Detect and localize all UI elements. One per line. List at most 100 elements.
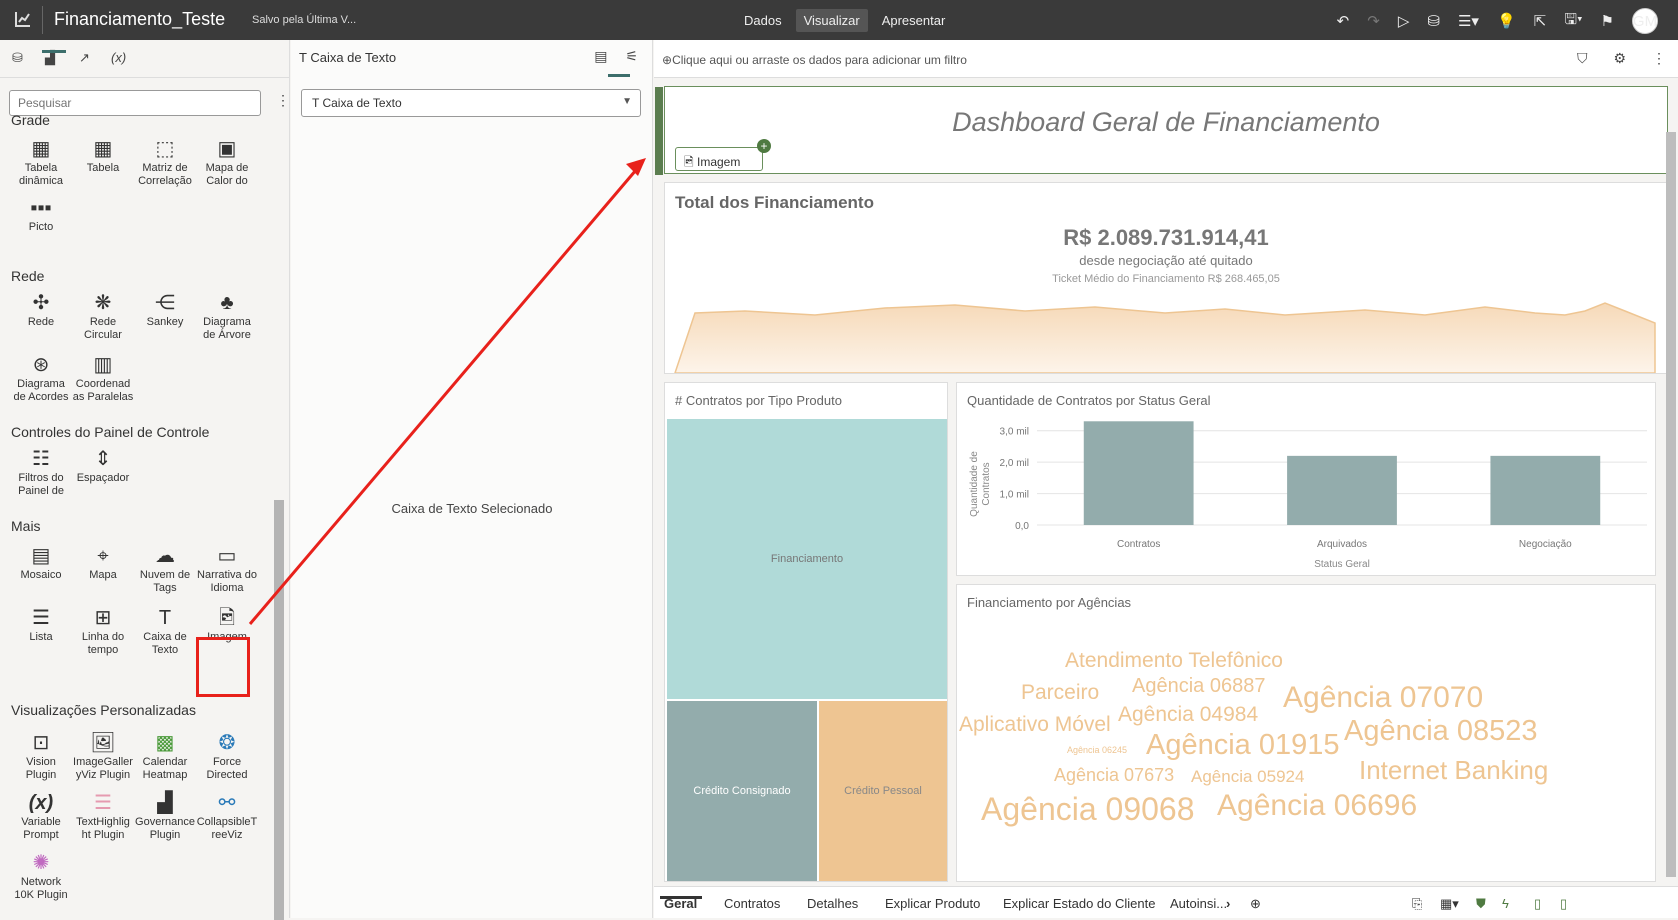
chart-logo-icon[interactable]	[14, 10, 34, 30]
viz-narrativa[interactable]: ▭ Narrativa do Idioma	[196, 543, 258, 595]
tag-word[interactable]: Agência 07673	[1054, 765, 1174, 786]
bookmark-icon[interactable]: ⚑	[1601, 12, 1614, 30]
viz-caixa-texto[interactable]: T Caixa de Texto	[134, 605, 196, 657]
viz-mapa-calor[interactable]: ▣ Mapa de Calor do	[196, 136, 258, 188]
export-icon[interactable]: ⇱	[1534, 12, 1547, 30]
redo-icon[interactable]: ↷	[1367, 12, 1380, 30]
tag-word[interactable]: Agência 07070	[1283, 681, 1483, 715]
tag-word[interactable]: Agência 08523	[1344, 715, 1538, 748]
viz-rede-circular[interactable]: ❋ Rede Circular	[72, 290, 134, 342]
canvas-tab-autoinsights[interactable]: Autoinsi...	[1170, 896, 1227, 911]
canvas-tab-explicar-estado[interactable]: Explicar Estado do Cliente	[1003, 896, 1155, 911]
viz-force-directed[interactable]: ❂ Force Directed	[196, 730, 258, 782]
viz-calendar-heatmap[interactable]: ▩ Calendar Heatmap	[134, 730, 196, 782]
add-canvas-icon[interactable]: ⊕	[1250, 896, 1261, 912]
canvas-tab-explicar-produto[interactable]: Explicar Produto	[885, 896, 980, 911]
bar[interactable]	[1287, 455, 1397, 525]
viz-collapsible-tree[interactable]: ⚯ CollapsibleT reeViz	[196, 790, 258, 842]
layout-icon[interactable]: ▤	[594, 48, 607, 65]
panel-right-icon[interactable]: ▯	[1560, 896, 1567, 912]
bar[interactable]	[1083, 421, 1194, 525]
add-icon[interactable]: +	[757, 139, 771, 153]
watch-list-icon[interactable]: ⛊	[1476, 896, 1486, 912]
tab-apresentar[interactable]: Apresentar	[874, 9, 954, 32]
viz-espacador[interactable]: ⇕ Espaçador	[72, 446, 134, 485]
viz-matriz-correlacao[interactable]: ⬚ Matriz de Correlação	[134, 136, 196, 188]
viz-imagegallery-plugin[interactable]: 🖼 ImageGaller yViz Plugin	[72, 730, 134, 782]
properties-icon[interactable]: ⚟	[625, 48, 638, 65]
canvas-tab-contratos[interactable]: Contratos	[724, 896, 780, 911]
auto-apply-icon[interactable]: ϟ	[1502, 896, 1509, 911]
panel-left-icon[interactable]: ▯	[1534, 896, 1541, 912]
workbook-title[interactable]: Financiamento_Teste	[54, 9, 225, 30]
viz-coordenadas-paralelas[interactable]: ▥ Coordenad as Paralelas	[72, 352, 134, 404]
comments-icon[interactable]: ☰▾	[1458, 12, 1479, 30]
tab-dados[interactable]: Dados	[736, 9, 790, 32]
treemap-tile-financiamento[interactable]: Financiamento	[667, 419, 947, 699]
layout-grid-icon[interactable]: ▦▾	[1440, 896, 1459, 912]
viz-governance-plugin[interactable]: ▟ Governance Plugin	[134, 790, 196, 842]
viz-picto[interactable]: ▪▪▪ Picto	[10, 195, 72, 234]
tagcloud-card[interactable]: Financiamento por Agências Atendimento T…	[956, 584, 1656, 882]
tag-word[interactable]: Agência 06245	[1067, 745, 1127, 755]
viz-tabela-dinamica[interactable]: ▦ Tabela dinâmica	[10, 136, 72, 188]
canvas-scrollbar[interactable]	[1666, 132, 1676, 877]
viz-diagrama-arvore[interactable]: ♣ Diagrama de Árvore	[196, 290, 258, 342]
refresh-data-icon[interactable]: ⛁	[1427, 12, 1440, 30]
viz-lista[interactable]: ☰ Lista	[10, 605, 72, 644]
treemap-tile-credito-consignado[interactable]: Crédito Consignado	[667, 701, 817, 881]
bar-chart-card[interactable]: Quantidade de Contratos por Status Geral…	[956, 382, 1656, 576]
viz-sankey[interactable]: ⋲ Sankey	[134, 290, 196, 329]
bar[interactable]	[1490, 455, 1601, 525]
analytics-tab-icon[interactable]: ↗	[79, 50, 90, 66]
tag-word[interactable]: Agência 04984	[1118, 703, 1258, 727]
more-options-icon[interactable]: ⋮	[276, 92, 290, 109]
save-icon[interactable]: 🖫▾	[1564, 9, 1582, 34]
tag-word[interactable]: Internet Banking	[1359, 755, 1548, 786]
variables-tab-icon[interactable]: (x)	[111, 50, 126, 65]
data-panel-icon[interactable]: ⛁	[12, 50, 23, 66]
viz-nuvem-tags[interactable]: ☁ Nuvem de Tags	[134, 543, 196, 595]
tag-word[interactable]: Agência 01915	[1146, 729, 1340, 762]
filter-bar[interactable]: ⊕Clique aqui ou arraste os dados para ad…	[654, 40, 1678, 78]
viz-filtros-painel[interactable]: ☷ Filtros do Painel de	[10, 446, 72, 498]
avatar[interactable]: GM	[1632, 8, 1658, 34]
viz-vision-plugin[interactable]: ⊡ Vision Plugin	[10, 730, 72, 782]
viz-label: Caixa de Texto	[143, 631, 187, 656]
tag-word[interactable]: Atendimento Telefônico	[1065, 649, 1283, 673]
tag-word[interactable]: Parceiro	[1021, 681, 1099, 705]
viz-mapa[interactable]: ⌖ Mapa	[72, 543, 134, 582]
total-card[interactable]: Total dos Financiamento R$ 2.089.731.914…	[664, 182, 1668, 374]
tag-word[interactable]: Agência 09068	[981, 791, 1195, 828]
tag-word[interactable]: Aplicativo Móvel	[959, 713, 1111, 737]
palette-scrollbar[interactable]	[274, 500, 284, 920]
image-button[interactable]: 🖻 Imagem	[675, 147, 763, 171]
canvas-tab-detalhes[interactable]: Detalhes	[807, 896, 858, 911]
treemap-card[interactable]: # Contratos por Tipo Produto Financiamen…	[664, 382, 948, 882]
tab-visualizar[interactable]: Visualizar	[795, 9, 868, 32]
undo-icon[interactable]: ↶	[1337, 12, 1350, 30]
viz-texthighlight-plugin[interactable]: ☰ TextHighlig ht Plugin	[72, 790, 134, 842]
filter-hint[interactable]: ⊕Clique aqui ou arraste os dados para ad…	[662, 53, 967, 67]
settings-icon[interactable]: ⚙	[1613, 50, 1626, 67]
viz-rede[interactable]: ✣ Rede	[10, 290, 72, 329]
viz-linha-tempo[interactable]: ⊞ Linha do tempo	[72, 605, 134, 657]
lightbulb-icon[interactable]: 💡	[1497, 12, 1516, 30]
viz-network-10k[interactable]: ✺ Network 10K Plugin	[10, 850, 72, 902]
canvas-properties-icon[interactable]: ⎘	[1412, 896, 1422, 912]
viz-diagrama-acordes[interactable]: ⊛ Diagrama de Acordes	[10, 352, 72, 404]
title-card[interactable]: Dashboard Geral de Financiamento 🖻 Image…	[655, 86, 1668, 175]
viz-type-select[interactable]: T Caixa de Texto ▼	[301, 89, 641, 117]
tag-word[interactable]: Agência 06887	[1132, 675, 1265, 698]
viz-mosaico[interactable]: ▤ Mosaico	[10, 543, 72, 582]
tag-word[interactable]: Agência 06696	[1217, 789, 1417, 823]
tag-word[interactable]: Agência 05924	[1191, 767, 1304, 787]
chevron-right-icon[interactable]: ›	[1226, 896, 1230, 911]
viz-variable-prompt[interactable]: (x) Variable Prompt	[10, 790, 72, 842]
viz-tabela[interactable]: ▦ Tabela	[72, 136, 134, 175]
treemap-tile-credito-pessoal[interactable]: Crédito Pessoal	[819, 701, 947, 881]
play-icon[interactable]: ▷	[1398, 12, 1410, 30]
more-options-icon[interactable]: ⋮	[1652, 50, 1666, 67]
filter-icon[interactable]: ⛉	[1577, 50, 1588, 67]
dashboard-title[interactable]: Dashboard Geral de Financiamento	[665, 107, 1667, 138]
